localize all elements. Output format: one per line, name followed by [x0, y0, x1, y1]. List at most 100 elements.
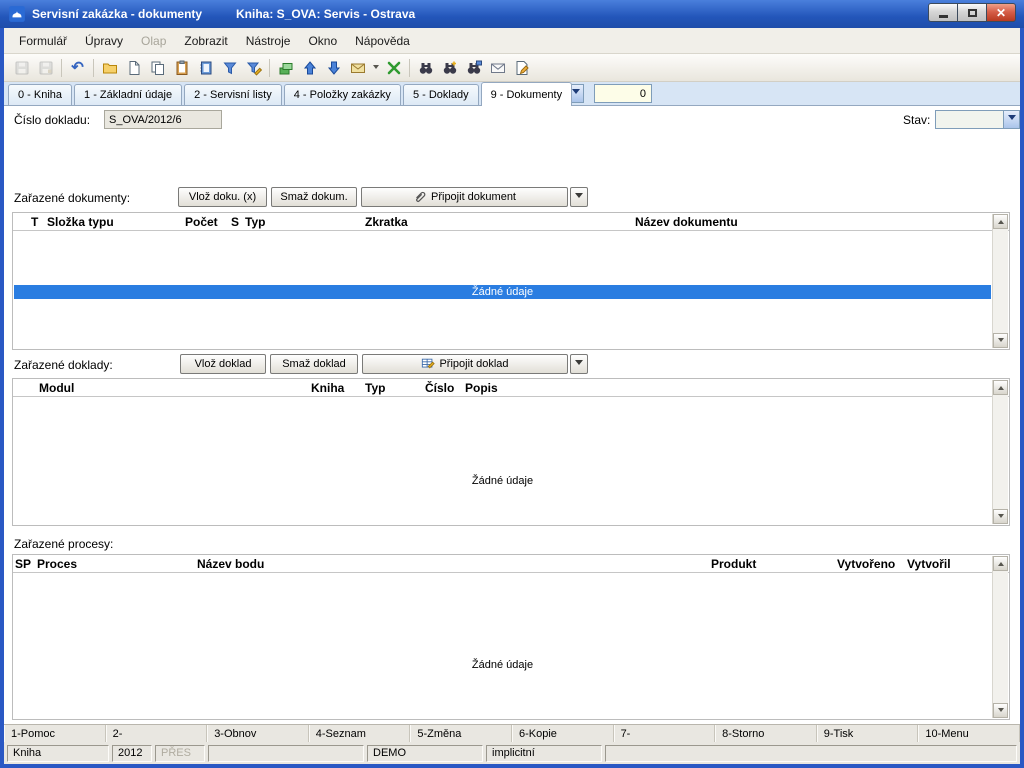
attach-receipt-button[interactable]: Připojit doklad — [362, 354, 568, 374]
undo-icon[interactable]: ↶ — [66, 57, 89, 79]
sort-up-icon[interactable] — [298, 57, 321, 79]
documents-table-body[interactable]: Žádné údaje — [13, 231, 1009, 349]
fkey-7[interactable]: 7- — [614, 725, 716, 742]
scroll-down-icon[interactable] — [993, 703, 1008, 718]
menu-napoveda[interactable]: Nápověda — [346, 30, 419, 52]
documents-empty-row[interactable]: Žádné údaje — [14, 285, 991, 299]
paste-icon[interactable] — [170, 57, 193, 79]
processes-table-header: SP Proces Název bodu Produkt Vytvořeno V… — [13, 555, 1009, 573]
processes-table-body[interactable]: Žádné údaje — [13, 573, 1009, 719]
filter-edit-icon[interactable] — [242, 57, 265, 79]
receipts-empty-text: Žádné údaje — [13, 475, 992, 487]
scroll-up-icon[interactable] — [993, 380, 1008, 395]
chevron-down-icon[interactable] — [1003, 111, 1019, 128]
documents-table: T Složka typu Počet S Typ Zkratka Název … — [12, 212, 1010, 350]
receipts-table: Modul Kniha Typ Číslo Popis Žádné údaje — [12, 378, 1010, 526]
fkey-3-obnov[interactable]: 3-Obnov — [207, 725, 309, 742]
delete-receipt-button[interactable]: Smaž doklad — [270, 354, 358, 374]
menu-okno[interactable]: Okno — [299, 30, 346, 52]
menu-formular[interactable]: Formulář — [10, 30, 76, 52]
send-dropdown-icon[interactable] — [370, 57, 381, 79]
find-next-icon[interactable] — [438, 57, 461, 79]
open-folder-icon[interactable] — [98, 57, 121, 79]
scroll-up-icon[interactable] — [993, 214, 1008, 229]
tab-dokumenty[interactable]: 9 - Dokumenty — [481, 82, 573, 106]
fkey-1-pomoc[interactable]: 1-Pomoc — [4, 725, 106, 742]
receipts-scrollbar[interactable] — [992, 380, 1008, 524]
tab-kniha[interactable]: 0 - Kniha — [8, 84, 72, 105]
col-doc-s[interactable]: S — [231, 215, 239, 229]
stav-combobox[interactable] — [935, 110, 1020, 129]
col-rec-typ[interactable]: Typ — [365, 381, 385, 395]
edit-note-icon[interactable] — [510, 57, 533, 79]
generate-icon[interactable] — [382, 57, 405, 79]
attach-document-button[interactable]: Připojit dokument — [361, 187, 568, 207]
journal-icon[interactable] — [194, 57, 217, 79]
save-icon[interactable] — [10, 57, 33, 79]
attach-document-dropdown[interactable] — [570, 187, 588, 207]
paperclip-icon — [413, 190, 427, 204]
col-rec-kniha[interactable]: Kniha — [311, 381, 344, 395]
attachments-icon[interactable] — [274, 57, 297, 79]
close-button[interactable]: ✕ — [986, 3, 1016, 22]
find-icon[interactable] — [414, 57, 437, 79]
maximize-button[interactable] — [957, 3, 987, 22]
fkey-9-tisk[interactable]: 9-Tisk — [817, 725, 919, 742]
fkey-8-storno[interactable]: 8-Storno — [715, 725, 817, 742]
tab-servisni-listy[interactable]: 2 - Servisní listy — [184, 84, 282, 105]
scroll-down-icon[interactable] — [993, 333, 1008, 348]
filter-icon[interactable] — [218, 57, 241, 79]
col-doc-slozka-typu[interactable]: Složka typu — [47, 215, 114, 229]
col-rec-popis[interactable]: Popis — [465, 381, 498, 395]
new-document-icon[interactable] — [122, 57, 145, 79]
find-book-icon[interactable] — [462, 57, 485, 79]
col-proc-vytvoreno[interactable]: Vytvořeno — [837, 557, 895, 571]
menu-upravy[interactable]: Úpravy — [76, 30, 132, 52]
fkey-5-zmena[interactable]: 5-Změna — [410, 725, 512, 742]
col-doc-t[interactable]: T — [31, 215, 38, 229]
documents-scrollbar[interactable] — [992, 214, 1008, 348]
insert-document-button[interactable]: Vlož doku. (x) — [178, 187, 267, 207]
scroll-up-icon[interactable] — [993, 556, 1008, 571]
save-special-icon[interactable] — [34, 57, 57, 79]
tab-doklady[interactable]: 5 - Doklady — [403, 84, 479, 105]
insert-receipt-button[interactable]: Vlož doklad — [180, 354, 266, 374]
col-doc-pocet[interactable]: Počet — [185, 215, 218, 229]
menu-zobrazit[interactable]: Zobrazit — [175, 30, 236, 52]
minimize-button[interactable] — [928, 3, 958, 22]
processes-scrollbar[interactable] — [992, 556, 1008, 718]
scroll-down-icon[interactable] — [993, 509, 1008, 524]
col-proc-proces[interactable]: Proces — [37, 557, 77, 571]
menu-nastroje[interactable]: Nástroje — [237, 30, 300, 52]
col-proc-vytvoril[interactable]: Vytvořil — [907, 557, 951, 571]
menu-bar: Formulář Úpravy Olap Zobrazit Nástroje O… — [4, 28, 1020, 54]
tab-zakladni-udaje[interactable]: 1 - Základní údaje — [74, 84, 182, 105]
col-rec-cislo[interactable]: Číslo — [425, 381, 454, 395]
col-proc-produkt[interactable]: Produkt — [711, 557, 756, 571]
col-doc-zkratka[interactable]: Zkratka — [365, 215, 408, 229]
titlebar[interactable]: Servisní zakázka - dokumenty Kniha: S_OV… — [0, 0, 1024, 28]
sort-down-icon[interactable] — [322, 57, 345, 79]
delete-document-button[interactable]: Smaž dokum. — [271, 187, 357, 207]
status-pres: PŘES — [155, 745, 205, 762]
col-doc-nazev[interactable]: Název dokumentu — [635, 215, 738, 229]
mail-icon[interactable] — [486, 57, 509, 79]
fkey-2[interactable]: 2- — [106, 725, 208, 742]
status-implicitni: implicitní — [486, 745, 602, 762]
stav-label: Stav: — [903, 113, 930, 127]
attach-receipt-dropdown[interactable] — [570, 354, 588, 374]
col-doc-typ[interactable]: Typ — [245, 215, 265, 229]
cislo-dokladu-field[interactable]: S_OVA/2012/6 — [104, 110, 222, 129]
copy-icon[interactable] — [146, 57, 169, 79]
fkey-6-kopie[interactable]: 6-Kopie — [512, 725, 614, 742]
col-rec-modul[interactable]: Modul — [39, 381, 74, 395]
col-proc-sp[interactable]: SP — [15, 557, 31, 571]
send-icon[interactable] — [346, 57, 369, 79]
tab-count-field[interactable]: 0 — [594, 84, 652, 103]
app-window: Servisní zakázka - dokumenty Kniha: S_OV… — [0, 0, 1024, 768]
fkey-10-menu[interactable]: 10-Menu — [918, 725, 1020, 742]
fkey-4-seznam[interactable]: 4-Seznam — [309, 725, 411, 742]
tab-polozky-zakazky[interactable]: 4 - Položky zakázky — [284, 84, 401, 105]
receipts-table-body[interactable]: Žádné údaje — [13, 397, 1009, 525]
col-proc-nazev-bodu[interactable]: Název bodu — [197, 557, 264, 571]
